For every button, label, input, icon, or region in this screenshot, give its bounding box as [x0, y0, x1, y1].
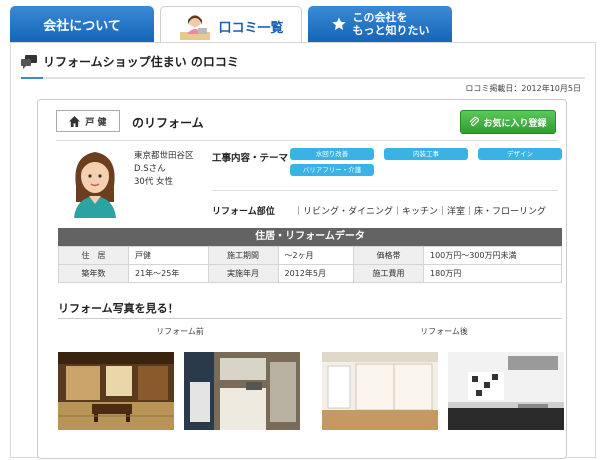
photo-before-kitchen[interactable] [184, 352, 300, 430]
speech-bubble-icon [21, 54, 37, 69]
paperclip-icon [470, 116, 480, 127]
table-key: 価格帯 [352, 246, 424, 265]
before-label: リフォーム前 [156, 327, 204, 336]
reviews-panel: リフォームショップ住まい のロコミ ロコミ掲載日：2012年10月5日 戸 健 … [10, 42, 596, 459]
table-value: 100万円〜300万円未満 [422, 246, 563, 265]
tab-reviews[interactable]: 口コミ一覧 [160, 6, 302, 46]
tab-label: 会社について [43, 18, 121, 34]
table-value: 2012年5月 [277, 264, 354, 283]
rooms-value: ｜リビング・ダイニング｜キッチン｜洋室｜床・フローリング [294, 207, 547, 217]
tag-design[interactable]: デザイン [478, 148, 562, 160]
rooms-label: リフォーム部位 [212, 207, 275, 217]
work-theme-label: 工事内容・テーマ [212, 153, 289, 164]
review-card: 戸 健 のリフォーム お気に入り登録 東京都世田谷区 D.Sさん 30代 女性 [37, 99, 567, 459]
photo-after-room[interactable] [322, 352, 438, 430]
heading-divider-accent [21, 77, 43, 79]
star-icon [331, 16, 347, 32]
table-key: 実施年月 [207, 264, 279, 283]
photo-after-kitchen[interactable] [448, 352, 564, 430]
reform-title: のリフォーム [132, 116, 204, 130]
card-divider [56, 140, 558, 141]
tab-bar: 会社について 口コミ一覧 この会社を もっと知りたい [10, 6, 596, 46]
favorite-button[interactable]: お気に入り登録 [460, 110, 556, 134]
table-row: 築年数 21年〜25年 実施年月 2012年5月 施工費用 180万円 [58, 264, 563, 283]
tag-water[interactable]: 水回り改善 [290, 148, 374, 160]
table-key: 築年数 [58, 264, 129, 283]
table-key: 施工期間 [207, 246, 279, 265]
tag-interior[interactable]: 内装工事 [384, 148, 468, 160]
photos-title: リフォーム写真を見る！ [58, 302, 179, 315]
rooms-divider [212, 190, 558, 191]
user-age-gender: 30代 女性 [134, 177, 174, 187]
tag-barrier-free[interactable]: バリアフリー・介護 [290, 164, 374, 176]
post-date: ロコミ掲載日：2012年10月5日 [465, 84, 581, 93]
page-heading: リフォームショップ住まい のロコミ [21, 53, 239, 70]
user-info: 東京都世田谷区 D.Sさん 30代 女性 [134, 150, 194, 189]
after-label: リフォーム後 [420, 327, 468, 336]
user-area: 東京都世田谷区 [134, 151, 194, 161]
table-value: 21年〜25年 [128, 264, 209, 283]
tab-company-about[interactable]: 会社について [10, 6, 154, 42]
user-avatar [68, 146, 122, 218]
user-name: D.Sさん [134, 164, 166, 174]
tab-label-line2: もっと知りたい [352, 24, 430, 37]
data-table-header: 住居・リフォームデータ [58, 228, 562, 246]
tab-learn-more[interactable]: この会社を もっと知りたい [308, 6, 452, 42]
table-key: 施工費用 [352, 264, 424, 283]
data-table: 住 居 戸健 施工期間 〜2ヶ月 価格帯 100万円〜300万円未満 築年数 2… [58, 246, 563, 283]
photos-divider [58, 318, 562, 319]
table-value: 〜2ヶ月 [277, 246, 354, 265]
house-type-badge: 戸 健 [56, 110, 120, 132]
table-key: 住 居 [58, 246, 129, 265]
tab-label-line1: この会社を [352, 11, 408, 24]
page-title: リフォームショップ住まい のロコミ [43, 55, 239, 69]
table-value: 180万円 [422, 264, 563, 283]
house-icon [69, 115, 81, 127]
favorite-button-label: お気に入り登録 [483, 118, 547, 129]
tab-label: この会社を もっと知りたい [353, 11, 430, 37]
table-row: 住 居 戸健 施工期間 〜2ヶ月 価格帯 100万円〜300万円未満 [58, 246, 563, 265]
house-type-label: 戸 健 [85, 117, 107, 128]
heading-divider [21, 77, 585, 79]
table-value: 戸健 [128, 246, 209, 265]
tab-label: 口コミ一覧 [218, 21, 284, 36]
staff-person-icon [178, 12, 212, 42]
photo-before-tatami-room[interactable] [58, 352, 174, 430]
